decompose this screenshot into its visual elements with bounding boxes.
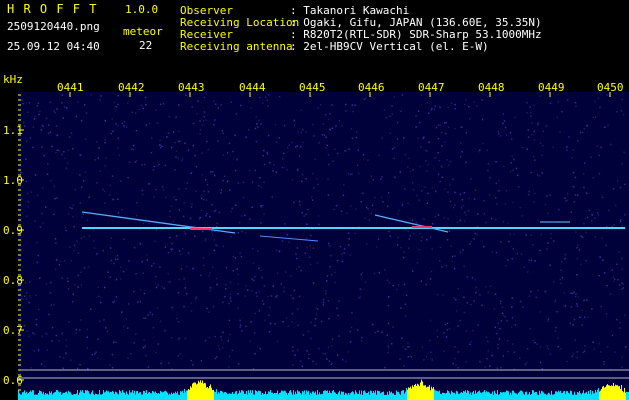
- info-value-antenna: : 2el-HB9CV Vertical (el. E-W): [290, 40, 489, 53]
- x-tick-label: 0449: [538, 81, 565, 94]
- y-axis-unit: kHz: [3, 73, 23, 86]
- x-tick-label: 0442: [118, 81, 145, 94]
- app-title: H R O F F T: [7, 2, 98, 16]
- x-tick-label: 0441: [57, 81, 84, 94]
- x-tick-label: 0445: [299, 81, 326, 94]
- y-tick-label: 0.9: [3, 224, 23, 237]
- x-tick-label: 0443: [178, 81, 205, 94]
- y-tick-label: 0.6: [3, 374, 23, 387]
- date-time: 25.09.12 04:40: [7, 40, 100, 53]
- x-tick-label: 0446: [358, 81, 385, 94]
- y-tick-label: 1.1: [3, 124, 23, 137]
- x-tick-label: 0444: [239, 81, 266, 94]
- x-tick-label: 0450: [597, 81, 624, 94]
- info-label-antenna: Receiving antenna: [180, 40, 293, 53]
- x-tick-label: 0448: [478, 81, 505, 94]
- y-tick-label: 0.7: [3, 324, 23, 337]
- meteor-count: 22: [139, 39, 153, 52]
- spectrogram: [18, 92, 629, 400]
- file-name: 2509120440.png: [7, 20, 100, 33]
- y-tick-label: 1.0: [3, 174, 23, 187]
- y-tick-label: 0.8: [3, 274, 23, 287]
- x-tick-label: 0447: [418, 81, 445, 94]
- hrofft-window: H R O F F T 1.0.0 2509120440.png 25.09.1…: [0, 0, 629, 400]
- app-version: 1.0.0: [125, 3, 159, 16]
- meteor-label: meteor: [123, 25, 163, 38]
